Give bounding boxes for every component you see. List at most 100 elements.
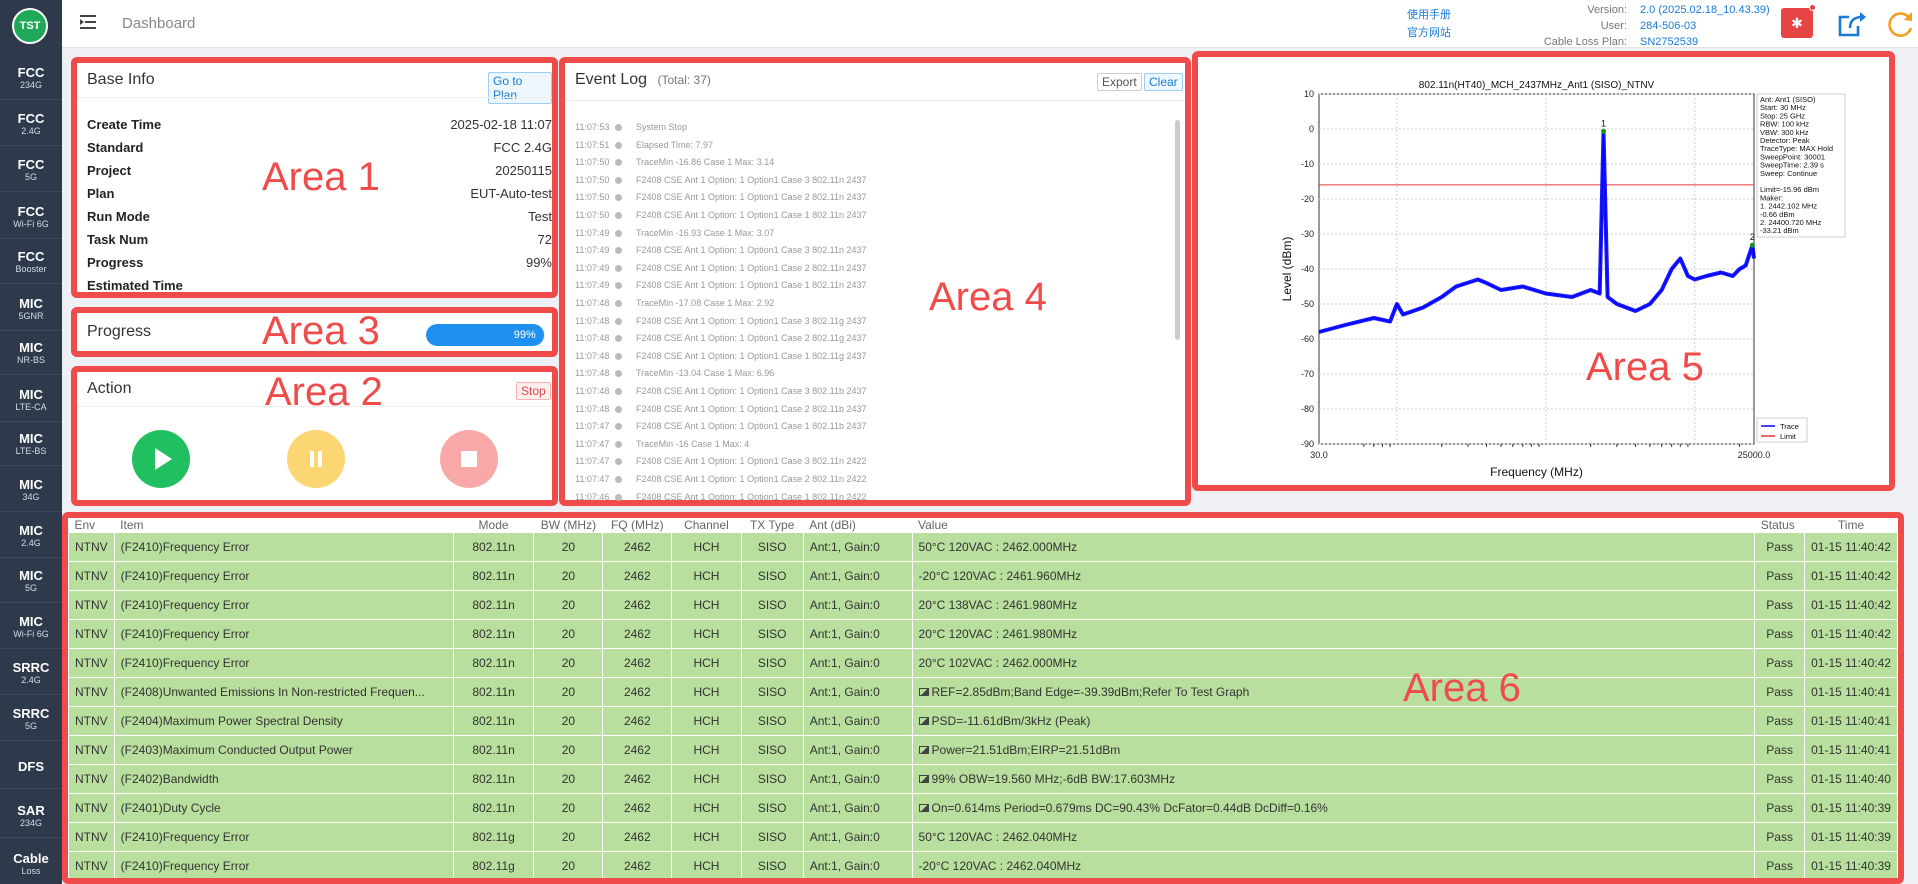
log-time: 11:07:46 [575,491,610,502]
cell-time: 01-15 11:40:39 [1804,851,1898,878]
sidebar-item-cable-loss[interactable]: Cable Loss [0,842,62,884]
cell-status: Pass [1754,648,1806,678]
clear-log-button[interactable]: Clear [1144,73,1183,91]
sidebar-item-sar-234g[interactable]: SAR 234G [0,794,62,838]
sidebar-item-mic-lte-bs[interactable]: MIC LTE-BS [0,422,62,466]
image-icon[interactable] [918,804,929,812]
image-icon[interactable] [918,717,929,725]
official-website-link[interactable]: 官方网站 [1407,24,1451,42]
cell-text: 20 [561,772,576,786]
cell-text: Ant:1, Gain:0 [809,772,880,786]
user-manual-link[interactable]: 使用手册 [1407,6,1451,24]
sidebar-item-mic-wi-fi-6g[interactable]: MIC Wi-Fi 6G [0,605,62,649]
sidebar-item-fcc-234g[interactable]: FCC 234G [0,56,62,100]
sidebar-item-dfs[interactable]: DFS [0,745,62,789]
table-row[interactable]: NTNV (F2404)Maximum Power Spectral Densit… [68,706,1898,736]
cell-text: 802.11n [472,685,515,699]
sidebar-item-srrc-5g[interactable]: SRRC 5G [0,697,62,741]
cell-bw-mhz: 20 [533,851,604,878]
help-links: 使用手册 官方网站 [1407,6,1451,42]
column-header[interactable]: Item [114,518,454,533]
cell-status: Pass [1754,590,1806,620]
table-row[interactable]: NTNV (F2410)Frequency Error 802.11n 20 2462 H… [68,590,1898,620]
base-info-key: Plan [87,186,115,201]
log-dot-icon [615,335,622,343]
refresh-icon[interactable] [1885,8,1917,40]
log-message: F2408 CSE Ant 1 Option: 1 Option1 Case 2… [636,262,867,273]
log-entry: 11:07:49 F2408 CSE Ant 1 Option: 1 Option… [575,280,867,290]
table-row[interactable]: NTNV (F2408)Unwanted Emissions In Non-res… [68,677,1898,707]
start-button[interactable] [132,430,190,488]
cell-text: (F2401)Duty Cycle [120,801,221,815]
table-row[interactable]: NTNV (F2410)Frequency Error 802.11g 20 2462 H… [68,822,1898,852]
alert-button[interactable]: ✱ [1781,8,1813,38]
area-1-label: Area 1 [262,155,380,199]
cable-loss-plan-value[interactable]: SN2752539 [1640,34,1770,50]
cell-text: (F2404)Maximum Power Spectral Density [120,714,343,728]
sidebar-item-mic-5gnr[interactable]: MIC 5GNR [0,287,62,331]
sidebar-item-srrc-2-4g[interactable]: SRRC 2.4G [0,651,62,695]
log-dot-icon [615,229,622,237]
sidebar-item-mic-lte-ca[interactable]: MIC LTE-CA [0,378,62,422]
version-labels: Version: User: Cable Loss Plan: [1543,4,1627,48]
version-value: 2.0 (2025.02.18_10.43.39) [1640,4,1770,16]
sidebar-item-fcc-2-4g[interactable]: FCC 2.4G [0,102,62,146]
menu-toggle-icon[interactable] [80,14,98,30]
cell-text: 99% OBW=19.560 MHz;-6dB BW:17.603MHz [931,772,1176,786]
column-header[interactable]: Ant (dBi) [803,518,913,533]
table-row[interactable]: NTNV (F2402)Bandwidth 802.11n 20 2462 HCH SISO… [68,764,1898,794]
export-log-button[interactable]: Export [1097,73,1142,91]
cell-env: NTNV [68,619,115,649]
sidebar-item-fcc-booster[interactable]: FCC Booster [0,240,62,284]
column-header[interactable]: FQ (MHz) [602,518,672,533]
sidebar-item-mic-34g[interactable]: MIC 34G [0,468,62,512]
sidebar-item-fcc-wi-fi-6g[interactable]: FCC Wi-Fi 6G [0,195,62,239]
user-value[interactable]: 284-506-03 [1640,18,1770,34]
table-row[interactable]: NTNV (F2410)Frequency Error 802.11n 20 2462 H… [68,619,1898,649]
sidebar-item-mic-5g[interactable]: MIC 5G [0,559,62,603]
column-header[interactable]: Mode [453,518,534,533]
sidebar-item-mic-nr-bs[interactable]: MIC NR-BS [0,331,62,375]
cell-text: Ant:1, Gain:0 [809,685,880,699]
column-header[interactable]: Channel [671,518,742,533]
sidebar-item-fcc-5g[interactable]: FCC 5G [0,148,62,192]
image-icon[interactable] [918,688,929,696]
spectrum-chart: 10 0 -10 -20 -30 -40 -50 -60 -70 -80 -9030.0 25000.… [1280,80,1846,479]
log-entry: 11:07:48 F2408 CSE Ant 1 Option: 1 Option… [575,333,867,343]
marker-point [1749,242,1755,248]
y-axis-label: Level (dBm) [1280,237,1294,302]
cell-text: NTNV [75,627,108,641]
table-row[interactable]: NTNV (F2410)Frequency Error 802.11n 20 2462 H… [68,648,1898,678]
stop-action-button[interactable]: Stop [516,382,551,400]
image-icon[interactable] [918,775,929,783]
log-message: TraceMin -16.86 Case 1 Max: 3.14 [636,157,775,168]
table-row[interactable]: NTNV (F2403)Maximum Conducted Output Powe… [68,735,1898,765]
column-header[interactable]: Env [68,518,115,533]
column-header[interactable]: Time [1804,518,1898,533]
go-to-plan-button[interactable]: Go to Plan [488,72,552,104]
cell-text: 20 [561,801,576,815]
table-row[interactable]: NTNV (F2410)Frequency Error 802.11n 20 2462 H… [68,532,1898,562]
column-header[interactable]: Value [912,518,1755,533]
table-row[interactable]: NTNV (F2410)Frequency Error 802.11n 20 2462 H… [68,561,1898,591]
column-header[interactable]: TX Type [741,518,804,533]
cell-status: Pass [1754,677,1806,707]
image-icon[interactable] [918,746,929,754]
log-scrollbar[interactable] [1175,120,1180,340]
marker-label: 1 [1601,118,1606,128]
sidebar-item-mic-2-4g[interactable]: MIC 2.4G [0,514,62,558]
column-header[interactable]: BW (MHz) [533,518,603,533]
table-row[interactable]: NTNV (F2401)Duty Cycle 802.11n 20 2462 HCH SIS… [68,793,1898,823]
column-header[interactable]: Status [1754,518,1805,533]
cell-bw-mhz: 20 [533,590,604,620]
table-row[interactable]: NTNV (F2410)Frequency Error 802.11g 20 2462 H… [68,851,1898,878]
stop-button[interactable] [440,430,498,488]
cell-tx-type: SISO [740,764,804,794]
export-icon[interactable] [1836,8,1868,40]
log-time: 11:07:47 [575,474,610,484]
pause-button[interactable] [287,430,345,488]
cell-channel: HCH [671,764,742,794]
cell-channel: HCH [671,677,742,707]
log-message: TraceMin -13.04 Case 1 Max: 6.96 [636,368,775,379]
x-axis-label: Frequency (MHz) [1490,465,1583,479]
